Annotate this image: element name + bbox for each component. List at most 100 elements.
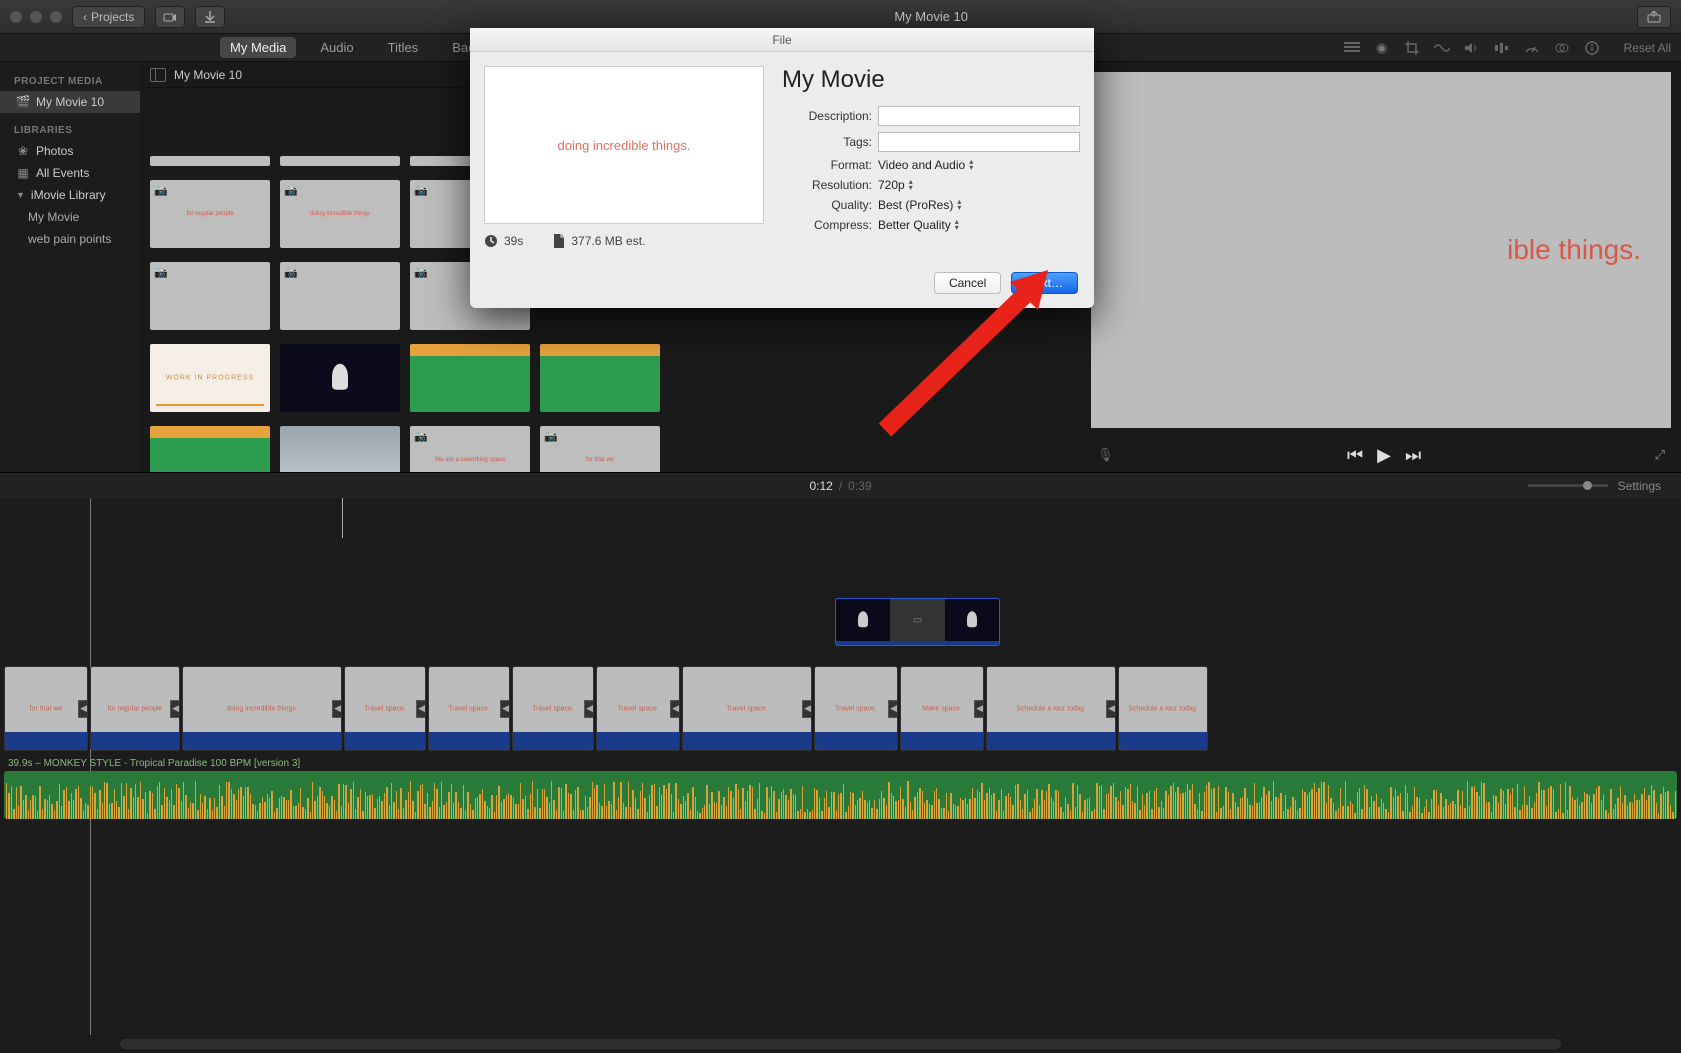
transition-icon[interactable]: ◀▶ xyxy=(332,700,342,718)
description-label: Description: xyxy=(782,109,872,123)
clapper-icon: 🎬 xyxy=(16,95,30,109)
transition-icon[interactable]: ◀▶ xyxy=(584,700,594,718)
share-button[interactable] xyxy=(1637,6,1671,28)
media-thumb[interactable] xyxy=(540,344,660,412)
voiceover-mic-icon[interactable]: 🎙 xyxy=(1097,447,1114,463)
media-thumb[interactable] xyxy=(280,344,400,412)
resolution-select[interactable]: 720p▴▾ xyxy=(878,178,913,192)
media-thumb[interactable]: WORK IN PROGRESS xyxy=(150,344,270,412)
next-button[interactable]: ⏭ xyxy=(1405,445,1421,466)
transition-icon[interactable]: ◀▶ xyxy=(416,700,426,718)
sidebar-imovie-library-label: iMovie Library xyxy=(31,188,106,202)
media-thumb[interactable] xyxy=(150,426,270,472)
export-preview-text: doing incredible things. xyxy=(558,138,691,153)
camera-icon: 📷 xyxy=(154,184,168,197)
sidebar-web-pain[interactable]: web pain points xyxy=(0,228,140,250)
sidebar-project-item[interactable]: 🎬 My Movie 10 xyxy=(0,91,140,113)
media-thumb[interactable] xyxy=(280,156,400,166)
browser-title: My Movie 10 xyxy=(174,68,242,82)
transition-icon[interactable]: ◀▶ xyxy=(888,700,898,718)
zoom-dot[interactable] xyxy=(50,11,62,23)
horizontal-scrollbar[interactable] xyxy=(120,1039,1561,1049)
video-clip[interactable]: Make space.◀▶ xyxy=(900,666,984,751)
compress-select[interactable]: Better Quality▴▾ xyxy=(878,218,959,232)
pip-clip[interactable]: ▭ xyxy=(835,598,1000,646)
minimize-dot[interactable] xyxy=(30,11,42,23)
grid-icon: ▦ xyxy=(16,166,30,180)
preview-column: ible things. 🎙 ⏮ ▶ ⏭ ⤢ xyxy=(1081,62,1681,472)
transition-icon[interactable]: ◀▶ xyxy=(500,700,510,718)
preview-viewer[interactable]: ible things. xyxy=(1091,72,1671,428)
media-thumb[interactable]: 📷We are a coworking space xyxy=(410,426,530,472)
video-clip[interactable]: Travel space.◀▶ xyxy=(682,666,812,751)
color-balance-icon[interactable] xyxy=(1344,40,1360,56)
transition-icon[interactable]: ◀▶ xyxy=(1106,700,1116,718)
video-clip[interactable]: for that we◀▶ xyxy=(4,666,88,751)
tab-my-media[interactable]: My Media xyxy=(220,37,296,58)
playhead-current: 0:12 xyxy=(809,479,832,493)
speed-icon[interactable] xyxy=(1524,40,1540,56)
crop-icon[interactable] xyxy=(1404,40,1420,56)
media-thumb[interactable] xyxy=(410,344,530,412)
tab-titles[interactable]: Titles xyxy=(378,37,429,58)
export-duration-value: 39s xyxy=(504,234,523,248)
video-clip[interactable]: Travel space.◀▶ xyxy=(814,666,898,751)
sidebar-all-events[interactable]: ▦ All Events xyxy=(0,162,140,184)
zoom-slider[interactable] xyxy=(1528,484,1608,487)
projects-back-button[interactable]: ‹ Projects xyxy=(72,6,145,28)
transition-icon[interactable]: ◀▶ xyxy=(78,700,88,718)
close-dot[interactable] xyxy=(10,11,22,23)
media-thumb[interactable]: 📷for that we xyxy=(540,426,660,472)
libraries-header: LIBRARIES xyxy=(0,121,140,140)
audio-clip[interactable] xyxy=(4,771,1677,819)
export-title: My Movie xyxy=(782,66,1080,94)
updown-icon: ▴▾ xyxy=(957,199,961,211)
updown-icon: ▴▾ xyxy=(909,179,913,191)
video-clip[interactable]: Travel space.◀▶ xyxy=(428,666,510,751)
tags-input[interactable] xyxy=(878,132,1080,152)
video-clip[interactable]: doing incredible things.◀▶ xyxy=(182,666,342,751)
video-clip[interactable]: for regular people◀▶ xyxy=(90,666,180,751)
media-thumb[interactable]: 📷 xyxy=(150,262,270,330)
download-icon xyxy=(205,11,215,23)
media-thumb[interactable] xyxy=(150,156,270,166)
import-media-button[interactable] xyxy=(155,6,185,28)
transition-icon[interactable]: ◀▶ xyxy=(670,700,680,718)
transition-icon[interactable]: ◀▶ xyxy=(170,700,180,718)
sidebar-photos[interactable]: ❀ Photos xyxy=(0,140,140,162)
volume-icon[interactable] xyxy=(1464,40,1480,56)
camera-icon: 📷 xyxy=(154,266,168,279)
video-clip[interactable]: Travel space.◀▶ xyxy=(596,666,680,751)
tab-audio[interactable]: Audio xyxy=(310,37,363,58)
cancel-button[interactable]: Cancel xyxy=(934,272,1001,294)
noise-reduce-icon[interactable] xyxy=(1494,40,1510,56)
format-select[interactable]: Video and Audio▴▾ xyxy=(878,158,973,172)
prev-button[interactable]: ⏮ xyxy=(1347,445,1363,466)
sidebar-my-movie[interactable]: My Movie xyxy=(0,206,140,228)
play-button[interactable]: ▶ xyxy=(1377,445,1391,466)
video-clip[interactable]: Travel space.◀▶ xyxy=(344,666,426,751)
description-input[interactable] xyxy=(878,106,1080,126)
timeline-settings-button[interactable]: Settings xyxy=(1618,479,1661,493)
video-clip[interactable]: Travel space.◀▶ xyxy=(512,666,594,751)
transition-icon[interactable]: ◀▶ xyxy=(802,700,812,718)
media-thumb[interactable]: 📷doing incredible things xyxy=(280,180,400,248)
sidebar-imovie-library[interactable]: ▼ iMovie Library xyxy=(0,184,140,206)
video-clip[interactable]: Schedule a tour today.◀▶ xyxy=(986,666,1116,751)
reset-all-button[interactable]: Reset All xyxy=(1624,41,1671,55)
timeline[interactable]: ▭ for that we◀▶for regular people◀▶doing… xyxy=(0,498,1681,1053)
quality-select[interactable]: Best (ProRes)▴▾ xyxy=(878,198,961,212)
color-correction-icon[interactable]: ◉ xyxy=(1374,40,1390,56)
info-icon[interactable] xyxy=(1584,40,1600,56)
media-thumb[interactable]: 📷for regular people xyxy=(150,180,270,248)
sidebar-toggle-icon[interactable] xyxy=(150,68,166,82)
media-thumb[interactable] xyxy=(280,426,400,472)
download-button[interactable] xyxy=(195,6,225,28)
stabilize-icon[interactable] xyxy=(1434,40,1450,56)
media-thumb[interactable]: 📷 xyxy=(280,262,400,330)
fullscreen-icon[interactable]: ⤢ xyxy=(1655,447,1665,463)
video-clip[interactable]: Schedule a tour today. xyxy=(1118,666,1208,751)
filter-icon[interactable] xyxy=(1554,40,1570,56)
next-button[interactable]: Next… xyxy=(1011,272,1078,294)
transition-icon[interactable]: ◀▶ xyxy=(974,700,984,718)
